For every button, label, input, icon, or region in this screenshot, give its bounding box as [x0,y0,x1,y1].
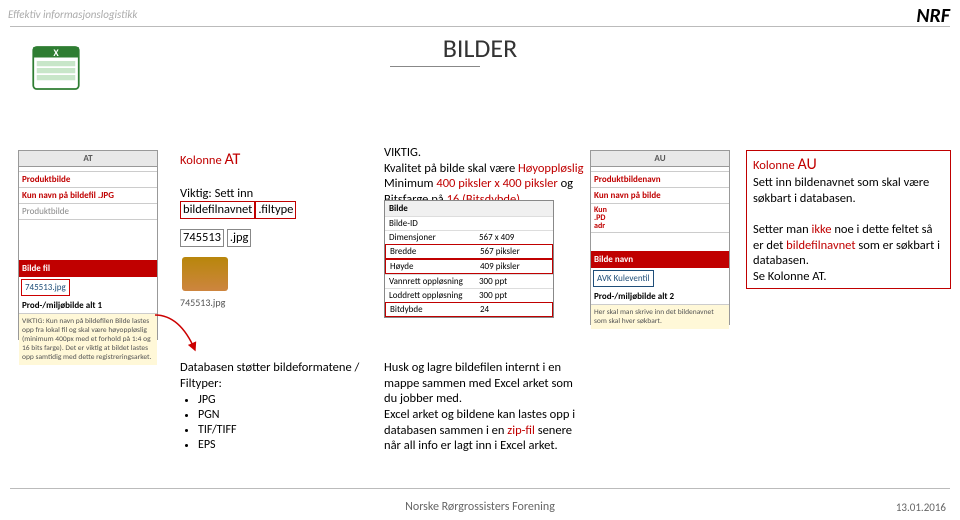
col-at-label: Produktbilde [19,172,157,188]
page-title: BILDER [0,32,960,64]
prop-row: Høyde409 piksler [385,259,553,274]
col-au-sub: Kun navn på bilde [591,188,729,204]
image-properties-panel: Bilde Bilde-IDDimensjoner567 x 409Bredde… [384,200,554,318]
mid-viktig: VIKTIG. [384,145,421,160]
mid-l3b: 400 piksler x 400 piksler [436,176,557,191]
brand-logo: NRF [916,4,950,28]
at-line2: Viktig: Sett inn [180,186,253,201]
format-item: PGN [198,408,370,423]
prop-row: Bilde-ID [385,216,553,230]
mid-l3c: og [558,176,573,191]
text-block-at: Kolonne AT Viktig: Sett inn bildefilnavn… [180,150,360,310]
svg-text:X: X [53,47,59,59]
valve-thumb-icon [182,257,228,291]
tagline: Effektiv informasjonslogistikk [8,8,137,21]
at-col-letter: AT [225,150,241,169]
au-col-letter: AU [798,155,817,174]
props-head: Bilde [385,201,553,216]
au-l3a: Setter man [753,222,811,237]
au-l3d: bildefilnavnet [786,238,855,253]
at-filetype-box: .filtype [255,201,296,219]
format-item: EPS [198,438,370,453]
col-au-band: Bilde navn [591,251,729,268]
column-au-screenshot: AU Produktbildenavn Kun navn på bilde Ku… [590,150,730,325]
col-at-band: Bilde fil [19,260,157,277]
prop-row: Bredde567 piksler [385,244,553,259]
formats-list: JPGPGNTIF/TIFFEPS [198,393,370,453]
mid-l2a: Kvalitet på bilde skal være [384,161,518,176]
text-block-mid-lower: Husk og lagre bildefilen internt i en ma… [384,360,584,454]
mid-l2b: Høyoppløslig [518,161,584,176]
format-item: TIF/TIFF [198,423,370,438]
col-at-note: VIKTIG: Kun navn på bildefilen Bilde las… [19,314,157,365]
col-au-alt-title: Prod-/miljøbilde alt 2 [591,289,729,305]
at-code2: .jpg [227,229,252,247]
col-au-label: Produktbildenavn [591,172,729,188]
col-au-note: Her skal man skrive inn det bildenavnet … [591,305,729,329]
mid-p2: Husk og lagre bildefilen internt i en ma… [384,360,573,406]
prop-row: Vannrett oppløsning300 ppt [385,274,553,288]
rule-top [10,26,950,27]
at-kolonne: Kolonne [180,153,225,168]
prop-row: Dimensjoner567 x 409 [385,230,553,244]
prop-row: Loddrett oppløsning300 ppt [385,288,553,302]
au-l4: Se Kolonne AT. [753,269,827,284]
at-code1: 745513 [180,229,224,247]
formats-block: Databasen støtter bildeformatene / Filty… [180,360,370,453]
col-at-head: AT [19,151,157,167]
col-at-alt-title: Prod-/miljøbilde alt 1 [19,298,157,314]
footer-org: Norske Rørgrossisters Forening [0,500,960,514]
title-underline [390,66,480,67]
format-item: JPG [198,393,370,408]
prop-row: Bitdybde24 [385,302,553,317]
col-au-l3: adr [594,221,605,231]
at-thumb-caption: 745513.jpg [180,297,360,310]
text-block-au: Kolonne AU Sett inn bildenavnet som skal… [746,150,951,289]
formats-title: Databasen støtter bildeformatene / Filty… [180,360,359,391]
footer-date: 13.01.2016 [896,501,946,514]
col-at-value: 745513.jpg [21,279,70,296]
au-kolonne: Kolonne [753,158,798,173]
au-l3b: ikke [811,222,831,237]
col-au-value: AVK Kuleventil [593,270,654,287]
column-at-screenshot: AT Produktbilde Kun navn på bildefil .JP… [18,150,158,340]
col-au-head: AU [591,151,729,167]
mid-p3b: zip-fil [507,423,535,438]
mid-l3a: Minimum [384,176,436,191]
au-l2: Sett inn bildenavnet som skal være søkba… [753,175,929,206]
at-filename-box: bildefilnavnet [180,201,255,219]
excel-icon: X [28,40,84,96]
rule-bottom [10,488,950,489]
col-at-grey: Produktbilde [19,204,157,220]
col-at-sub: Kun navn på bildefil .JPG [19,188,157,204]
